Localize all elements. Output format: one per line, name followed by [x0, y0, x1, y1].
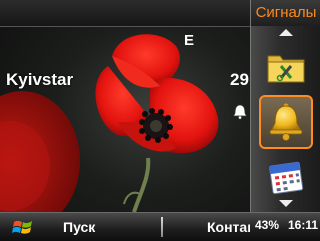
shortcut-sidebar: Сигналы: [250, 0, 320, 212]
sidebar-title: Сигналы: [251, 0, 320, 26]
sidebar-item-folder[interactable]: [259, 40, 313, 94]
folder-tools-icon: [267, 55, 305, 83]
bell-icon: [269, 103, 303, 141]
scroll-down-icon[interactable]: [279, 200, 293, 207]
poppy-wallpaper: [0, 34, 219, 212]
operator-name: Kyivstar: [6, 70, 74, 89]
sidebar-item-alarms[interactable]: [259, 95, 313, 149]
calendar-icon: [269, 161, 304, 195]
battery-level: 43%: [255, 218, 280, 232]
sidebar-item-calendar[interactable]: [259, 150, 313, 204]
top-status-strip: [0, 0, 250, 27]
clock: 16:11: [288, 218, 319, 232]
contacts-softkey[interactable]: Контакты: [207, 219, 250, 235]
network-indicator: E: [184, 32, 195, 49]
scroll-up-icon[interactable]: [279, 29, 293, 36]
home-screen: E Kyivstar 29: [0, 0, 250, 240]
alarm-bell-icon: [232, 104, 248, 120]
start-softkey[interactable]: Пуск: [63, 219, 95, 235]
softkey-divider: [161, 217, 163, 237]
windows-logo-icon[interactable]: [12, 219, 34, 237]
date-label: 29: [230, 70, 249, 89]
